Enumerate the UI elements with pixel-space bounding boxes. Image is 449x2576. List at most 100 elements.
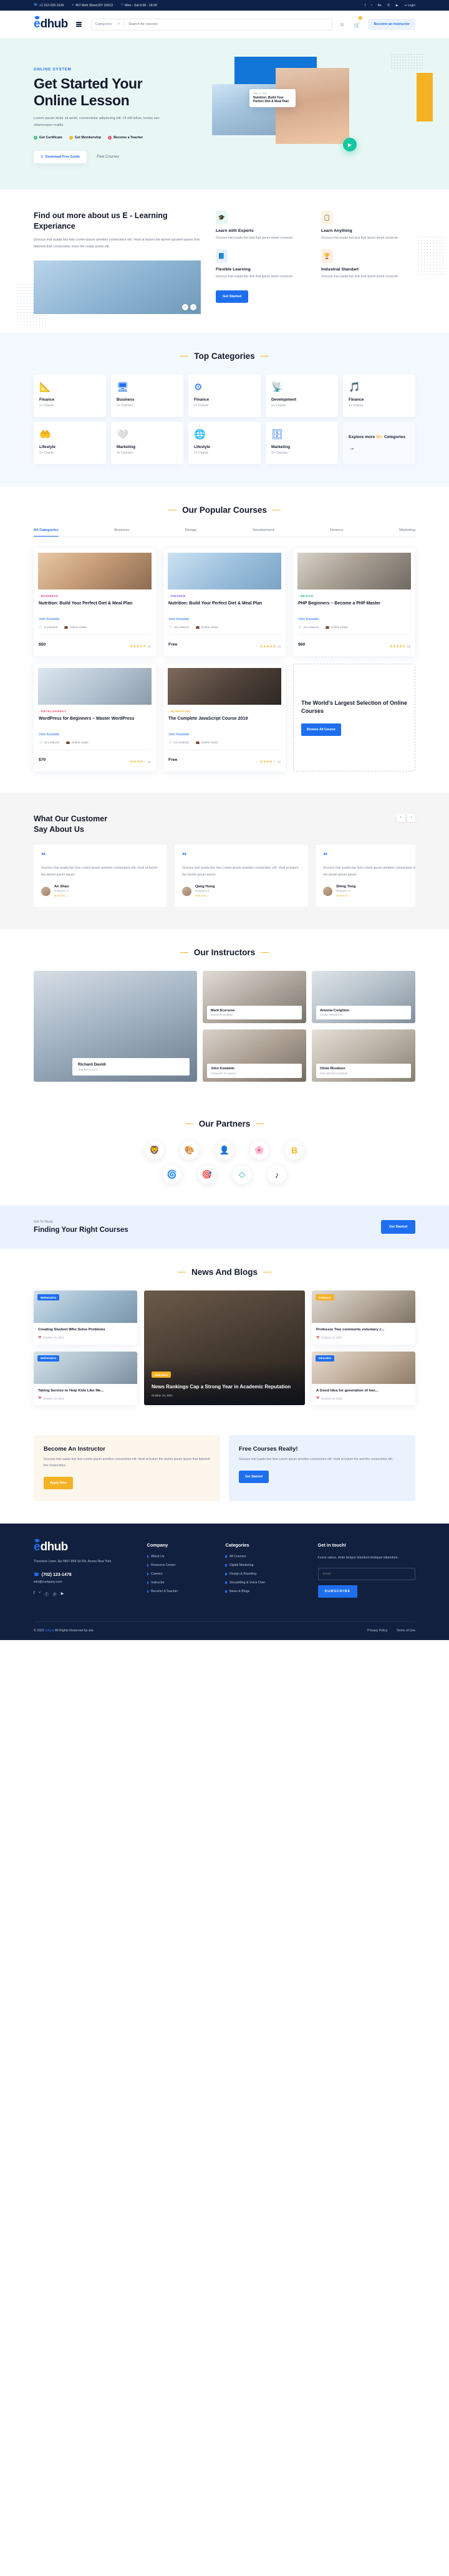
partner-logo-b[interactable]: B: [285, 1141, 304, 1160]
partner-logo-flower[interactable]: 🌸: [250, 1141, 269, 1160]
tab-finance[interactable]: Finance: [330, 528, 343, 537]
subscribe-button[interactable]: SUBSCRIBE: [317, 1585, 358, 1598]
footer-link-digital-marketing[interactable]: Digital Marketing: [225, 1563, 309, 1567]
footer-link-instructor[interactable]: Instructor: [147, 1581, 217, 1585]
hero-course-badge[interactable]: May 11, 2021 Nutrition: Build Your Perfe…: [249, 89, 296, 107]
partner-logo-note[interactable]: ♪: [268, 1165, 286, 1185]
instructor-card[interactable]: Marti Scorsese Teacher/Friendship: [203, 971, 306, 1024]
partner-logo-lion[interactable]: 🦁: [145, 1141, 164, 1160]
youtube-icon[interactable]: ▶: [61, 1591, 64, 1597]
category-card[interactable]: ⚙ Finance 1+ Course: [188, 374, 261, 417]
twitter-icon[interactable]: ᵛ: [371, 4, 372, 7]
partner-logo-person[interactable]: 👤: [215, 1141, 234, 1160]
course-card[interactable]: - DEVELOPMENT WordPress for Beginners – …: [34, 663, 156, 771]
get-started-button[interactable]: Get Started: [239, 1471, 269, 1484]
footer-link-news-blogs[interactable]: News & Blogs: [225, 1590, 309, 1593]
partner-logo-palette[interactable]: 🎨: [180, 1141, 199, 1160]
facebook-icon[interactable]: f: [34, 1591, 35, 1597]
book-icon: 📄: [168, 626, 172, 629]
featured-instructor-card[interactable]: Richard Davidi Teacher & CEO: [34, 971, 197, 1082]
copyright-brand-link[interactable]: edhub: [45, 1629, 54, 1633]
download-free-guide-button[interactable]: ⇩ Download Free Guide: [34, 151, 87, 164]
course-card[interactable]: - BUSINESS Nutrition: Build Your Perfect…: [34, 548, 156, 656]
course-card[interactable]: - DESIGN PHP Beginners – Become a PHP Ma…: [293, 548, 415, 656]
footer-link-design-branding[interactable]: Design & Branding: [225, 1572, 309, 1576]
partner-logo-diamond[interactable]: ◇: [233, 1165, 251, 1185]
course-author[interactable]: John Kowalski: [168, 618, 281, 621]
hamburger-icon[interactable]: [75, 21, 82, 27]
footer-link-all-courses[interactable]: All Courses: [225, 1555, 309, 1558]
browse-all-courses-button[interactable]: Browse All Course: [301, 723, 341, 736]
footer-link-storytelling[interactable]: Storytelling & Voice Over: [225, 1581, 309, 1585]
course-card[interactable]: - FINANCE Nutrition: Build Your Perfect …: [163, 548, 286, 656]
testimonials-prev-button[interactable]: ‹: [397, 813, 405, 822]
news-card[interactable]: Education A Good Idea for generation of …: [312, 1351, 415, 1406]
category-card[interactable]: 📡 Development 1+ Course: [266, 374, 338, 417]
testimonial-stars: ★★★★☆: [336, 894, 350, 898]
become-instructor-button[interactable]: Become an Instructor: [368, 19, 415, 30]
search-input[interactable]: [123, 22, 332, 26]
category-card[interactable]: 🗄 Marketing 3+ Courses: [266, 421, 338, 464]
category-card[interactable]: 🌐 Lifestyle 1+ Course: [188, 421, 261, 464]
promo-title: The World's Largest Selection of Online …: [301, 699, 407, 715]
category-card[interactable]: 📐 Finance 1+ Course: [34, 374, 106, 417]
categories-dropdown[interactable]: Categories ˅: [92, 21, 124, 28]
footer-phone[interactable]: ☎ (702) 123-1478: [34, 1572, 138, 1578]
privacy-policy-link[interactable]: Privacy Policy: [367, 1629, 387, 1633]
pinterest-icon[interactable]: ⓟ: [53, 1591, 57, 1597]
about-get-started-button[interactable]: Get Started: [216, 290, 249, 303]
footer-link-become-a-teacher[interactable]: Become A Teacher: [147, 1590, 217, 1593]
youtube-icon[interactable]: ▶: [396, 4, 398, 7]
course-card[interactable]: - MARKETING The Complete JavaScript Cour…: [163, 663, 286, 771]
play-icon[interactable]: ▶: [343, 138, 357, 151]
twitter-icon[interactable]: ᵛ: [39, 1591, 41, 1597]
about-prev-button[interactable]: ‹: [182, 303, 188, 310]
course-author[interactable]: John Kowalski: [168, 733, 281, 737]
footer-link-about-us[interactable]: About Us: [147, 1555, 217, 1558]
terms-of-use-link[interactable]: Terms of Use: [396, 1629, 415, 1633]
behance-icon[interactable]: Be: [378, 4, 382, 7]
footer-logo[interactable]: e dhub: [34, 1538, 138, 1553]
tab-business[interactable]: Business: [114, 528, 129, 537]
partner-logo-target[interactable]: 🎯: [198, 1165, 216, 1185]
testimonials-heading: What Our Customer Say About Us: [34, 814, 107, 835]
footer-link-resource-center[interactable]: Resource Center: [147, 1563, 217, 1567]
instructor-card[interactable]: John Kowalski Cofounder of cousera: [203, 1029, 306, 1082]
monitor-icon: 🖥: [117, 381, 129, 393]
topbar-phone[interactable]: ☎ +1 212-226-3126: [34, 4, 64, 7]
featured-news-card[interactable]: Education News Rankings Cap a Strong Yea…: [144, 1290, 305, 1406]
news-card[interactable]: Mathematics Creating Student Who Solve P…: [34, 1290, 137, 1345]
footer-email[interactable]: info@company.com: [34, 1580, 138, 1584]
tab-all-categories[interactable]: All Categories: [34, 528, 59, 537]
login-link[interactable]: ⇥ Login: [404, 4, 415, 7]
user-account-icon[interactable]: ☺: [338, 22, 345, 27]
explore-more-card[interactable]: Explore more 50+ Cetegories →: [343, 421, 415, 464]
tab-marketing[interactable]: Marketing: [399, 528, 415, 537]
tab-development[interactable]: Development: [253, 528, 274, 537]
instructor-card[interactable]: Antonia Creighton Course Researcher: [312, 971, 415, 1024]
testimonials-next-button[interactable]: ›: [407, 813, 415, 822]
course-author[interactable]: John Kowalski: [39, 618, 151, 621]
tab-design[interactable]: Design: [185, 528, 196, 537]
site-logo[interactable]: e dhub: [34, 16, 68, 30]
news-card[interactable]: Mathematics Taking Service to Help Kids …: [34, 1351, 137, 1406]
download-icon: ⇩: [41, 155, 44, 160]
dribbble-icon[interactable]: Ⓑ: [387, 3, 390, 7]
course-lessons: 📄 15 Lessons: [39, 741, 60, 745]
course-author[interactable]: John Kowalski: [298, 618, 410, 621]
category-card[interactable]: 🤍 Marketing 3+ Courses: [111, 421, 183, 464]
apply-now-button[interactable]: Apply Now: [44, 1477, 73, 1490]
category-card[interactable]: 🎵 Finance 1+ Course: [343, 374, 415, 417]
category-card[interactable]: 🤲 Lifestyle 1+ Course: [34, 421, 106, 464]
cta-get-started-button[interactable]: Get Started: [380, 1220, 415, 1234]
course-author[interactable]: John Kowalski: [39, 733, 151, 737]
instructor-card[interactable]: Olivia Woodson International Consultant: [312, 1029, 415, 1082]
footer-link-careers[interactable]: Careers: [147, 1572, 217, 1576]
news-card[interactable]: Professor Professor Two comments volunta…: [312, 1290, 415, 1345]
newsletter-email-input[interactable]: [317, 1567, 415, 1580]
category-card[interactable]: 🖥 Business 3+ Courses: [111, 374, 183, 417]
about-next-button[interactable]: ›: [190, 303, 196, 310]
instagram-icon[interactable]: Ⓘ: [45, 1591, 49, 1597]
partner-logo-spiral[interactable]: 🌀: [163, 1165, 181, 1185]
cart-button[interactable]: 🛒 0: [352, 16, 363, 30]
